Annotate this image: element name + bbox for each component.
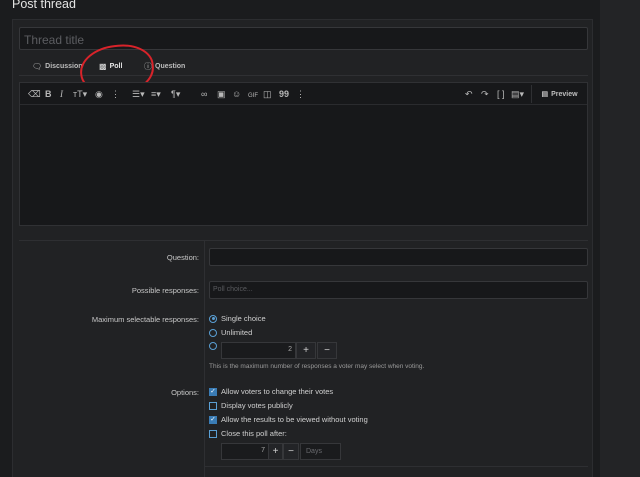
max-responses-hint: This is the maximum number of responses … bbox=[209, 363, 425, 370]
unlimited-option[interactable]: Unlimited bbox=[209, 328, 252, 337]
palette-icon[interactable]: ◉ bbox=[95, 88, 103, 100]
align-icon[interactable]: ≡▾ bbox=[151, 88, 161, 100]
change-votes-label: Allow voters to change their votes bbox=[221, 387, 334, 396]
bbcode-icon[interactable]: [ ] bbox=[497, 88, 505, 100]
view-results-checkbox[interactable]: ✓ bbox=[209, 415, 217, 424]
gif-icon[interactable]: GIF bbox=[248, 90, 258, 102]
message-editor[interactable]: ⌫ B I тT▾ ◉ ⋮ ☰▾ ≡▾ ¶▾ ∞ ▣ ☺ GIF ◫ 99 ⋮ … bbox=[19, 82, 588, 226]
opt-view-results[interactable]: ✓ Allow the results to be viewed without… bbox=[209, 415, 368, 424]
opt-close-poll[interactable]: Close this poll after: bbox=[209, 429, 287, 438]
paragraph-icon[interactable]: ¶▾ bbox=[171, 88, 180, 100]
preview-label: Preview bbox=[551, 90, 578, 98]
preview-button[interactable]: ▤ Preview bbox=[531, 85, 587, 103]
opt-change-votes[interactable]: ✓ Allow voters to change their votes bbox=[209, 387, 333, 396]
unlimited-radio[interactable] bbox=[209, 328, 217, 337]
view-results-label: Allow the results to be viewed without v… bbox=[221, 415, 368, 424]
single-choice-option[interactable]: Single choice bbox=[209, 314, 266, 323]
page-title: Post thread bbox=[12, 0, 76, 11]
more-icon[interactable]: ⋮ bbox=[111, 88, 120, 100]
form-bottom-divider bbox=[205, 466, 588, 467]
editor-toolbar: ⌫ B I тT▾ ◉ ⋮ ☰▾ ≡▾ ¶▾ ∞ ▣ ☺ GIF ◫ 99 ⋮ … bbox=[20, 83, 587, 105]
text-size-icon[interactable]: тT▾ bbox=[73, 88, 87, 100]
options-label: Options: bbox=[171, 388, 199, 397]
question-label: Question: bbox=[166, 253, 199, 262]
list-icon[interactable]: ☰▾ bbox=[132, 88, 145, 100]
unlimited-label: Unlimited bbox=[221, 328, 253, 337]
close-unit-select[interactable]: Days bbox=[300, 443, 341, 460]
emoji-icon[interactable]: ☺ bbox=[232, 88, 241, 100]
max-responses-value: 2 bbox=[288, 346, 292, 353]
image-icon[interactable]: ▣ bbox=[217, 88, 226, 100]
single-choice-label: Single choice bbox=[221, 314, 266, 323]
chat-bubble-icon: 🗨 bbox=[32, 61, 43, 71]
preview-icon: ▤ bbox=[541, 91, 549, 98]
custom-max-radio[interactable] bbox=[209, 342, 217, 350]
poll-choice-input[interactable]: Poll choice... bbox=[209, 281, 588, 299]
custom-max-option[interactable] bbox=[209, 342, 217, 350]
quote-icon[interactable]: 99 bbox=[279, 88, 289, 100]
bold-icon[interactable]: B bbox=[45, 88, 52, 100]
media-icon[interactable]: ◫ bbox=[263, 88, 272, 100]
max-responses-label: Maximum selectable responses: bbox=[91, 315, 199, 324]
close-decrease-button[interactable]: − bbox=[283, 443, 299, 460]
tab-question-label: Question bbox=[155, 62, 186, 70]
close-poll-value: 7 bbox=[261, 447, 265, 454]
drafts-icon[interactable]: ▤▾ bbox=[511, 88, 524, 100]
tab-discussion-label: Discussion bbox=[45, 62, 83, 70]
question-input[interactable] bbox=[209, 248, 588, 266]
close-poll-checkbox[interactable] bbox=[209, 429, 217, 438]
poll-form-divider bbox=[204, 240, 205, 477]
opt-display-public[interactable]: Display votes publicly bbox=[209, 401, 293, 410]
change-votes-checkbox[interactable]: ✓ bbox=[209, 387, 217, 396]
max-increase-button[interactable]: + bbox=[296, 342, 316, 359]
more-icon[interactable]: ⋮ bbox=[296, 88, 305, 100]
italic-icon[interactable]: I bbox=[60, 88, 63, 100]
display-public-checkbox[interactable] bbox=[209, 401, 217, 410]
close-increase-button[interactable]: + bbox=[268, 443, 283, 460]
undo-icon[interactable]: ↶ bbox=[465, 88, 473, 100]
eraser-icon[interactable]: ⌫ bbox=[28, 88, 41, 100]
responses-label: Possible responses: bbox=[131, 286, 199, 295]
link-icon[interactable]: ∞ bbox=[201, 88, 207, 100]
tab-discussion[interactable]: 🗨 Discussion bbox=[32, 57, 83, 75]
single-choice-radio[interactable] bbox=[209, 314, 217, 323]
right-gutter bbox=[600, 0, 640, 477]
max-decrease-button[interactable]: − bbox=[317, 342, 337, 359]
redo-icon[interactable]: ↷ bbox=[481, 88, 489, 100]
display-public-label: Display votes publicly bbox=[221, 401, 293, 410]
close-poll-label: Close this poll after: bbox=[221, 429, 287, 438]
